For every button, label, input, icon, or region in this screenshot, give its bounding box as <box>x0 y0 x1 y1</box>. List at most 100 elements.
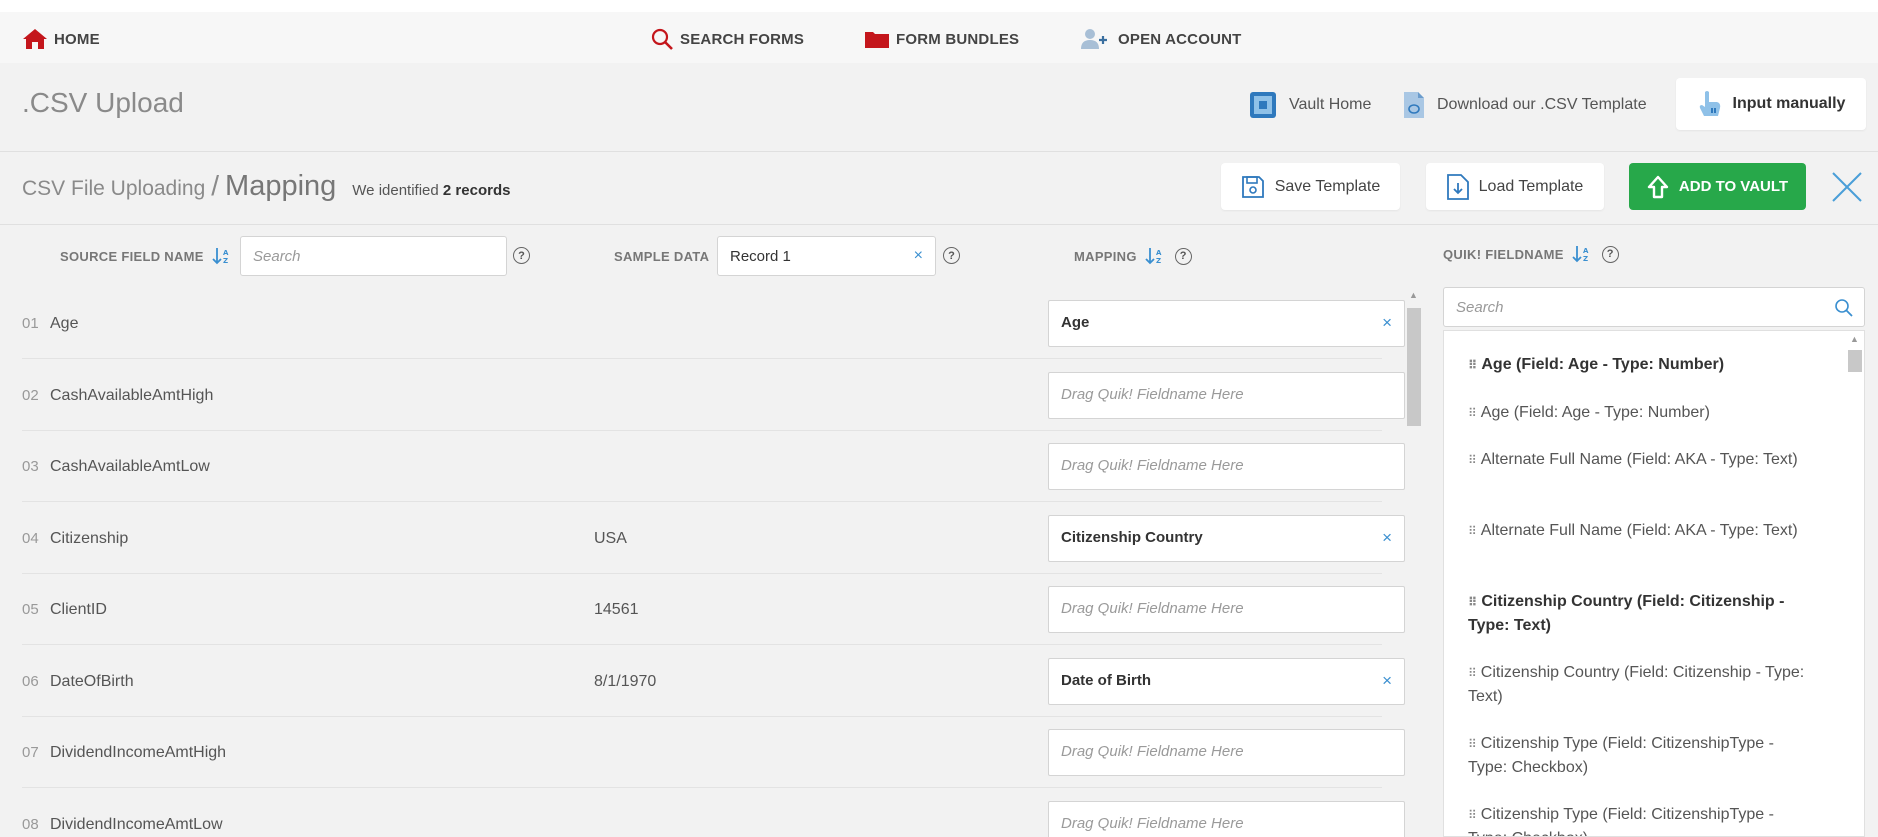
add-to-vault-button[interactable]: ADD TO VAULT <box>1629 163 1806 210</box>
vault-icon <box>1250 92 1276 118</box>
drag-handle-icon[interactable]: ⠿ <box>1468 524 1477 538</box>
quik-field-label: Citizenship Country (Field: Citizenship … <box>1468 664 1805 705</box>
quik-field-label: Age (Field: Age - Type: Number) <box>1481 356 1725 373</box>
nav-search-forms-label: SEARCH FORMS <box>680 30 805 48</box>
input-manually-label: Input manually <box>1732 95 1846 112</box>
breadcrumb: CSV File Uploading / Mapping We identifi… <box>22 170 510 203</box>
drag-handle-icon[interactable]: ⠿ <box>1468 595 1477 609</box>
table-row: 03 CashAvailableAmtLow Drag Quik! Fieldnam… <box>22 431 1405 502</box>
mapping-drop-target[interactable]: Age × <box>1048 300 1405 347</box>
mapping-header-label: MAPPING <box>1074 248 1137 264</box>
mapping-drop-target[interactable]: Date of Birth × <box>1048 657 1405 705</box>
close-icon[interactable] <box>1830 170 1864 204</box>
drag-handle-icon[interactable]: ⠿ <box>1468 666 1477 680</box>
svg-text:Z: Z <box>223 257 228 265</box>
remove-mapping-icon[interactable]: × <box>1382 528 1392 548</box>
sample-record-value: Record 1 <box>730 247 791 265</box>
row-index: 03 <box>22 458 39 475</box>
quik-field-list: ⠿ Age (Field: Age - Type: Number) ⠿ Age (Fi… <box>1443 330 1865 837</box>
add-to-vault-label: ADD TO VAULT <box>1678 178 1789 195</box>
quik-field-item[interactable]: ⠿ Citizenship Country (Field: Citizenship… <box>1468 590 1808 637</box>
load-document-icon <box>1446 173 1469 200</box>
nav-open-account[interactable]: OPEN ACCOUNT <box>1080 26 1242 52</box>
add-user-icon <box>1081 29 1107 49</box>
quik-field-item[interactable]: ⠿ Alternate Full Name (Field: AKA - Type:… <box>1468 448 1808 472</box>
input-manually-button[interactable]: Input manually <box>1676 78 1866 130</box>
mapped-fieldname: Citizenship Country <box>1061 528 1203 546</box>
mapping-drop-target[interactable]: Drag Quik! Fieldname Here <box>1048 729 1405 776</box>
row-index: 04 <box>22 529 39 547</box>
drag-handle-icon[interactable]: ⠿ <box>1468 358 1477 372</box>
quik-search-placeholder: Search <box>1456 299 1504 316</box>
quik-field-item[interactable]: ⠿ Age (Field: Age - Type: Number) <box>1468 401 1808 425</box>
sample-value: USA <box>594 529 627 547</box>
breadcrumb-current: Mapping <box>225 170 337 202</box>
source-search-input[interactable]: Search <box>240 236 507 276</box>
drag-handle-icon[interactable]: ⠿ <box>1468 453 1477 467</box>
mapping-drop-target[interactable]: Drag Quik! Fieldname Here <box>1048 443 1405 490</box>
sort-icon[interactable]: AZ <box>212 247 232 265</box>
quik-search-input[interactable]: Search <box>1443 287 1865 327</box>
page-title: .CSV Upload <box>22 87 184 118</box>
sort-icon[interactable]: AZ <box>1572 245 1592 263</box>
help-icon[interactable]: ? <box>943 247 960 264</box>
source-field-name: DividendIncomeAmtLow <box>50 815 223 833</box>
quik-fieldname-header-label: QUIK! FIELDNAME <box>1443 246 1564 262</box>
quik-field-item[interactable]: ⠿ Alternate Full Name (Field: AKA - Type:… <box>1468 519 1808 543</box>
mapping-header[interactable]: MAPPING AZ ? <box>1074 236 1192 276</box>
vault-home-link[interactable]: Vault Home <box>1249 91 1371 119</box>
search-icon <box>651 28 673 50</box>
sort-icon[interactable]: AZ <box>1145 247 1165 265</box>
help-icon[interactable]: ? <box>1174 247 1192 265</box>
svg-text:A: A <box>223 249 229 257</box>
quik-field-item[interactable]: ⠿ Citizenship Type (Field: CitizenshipTyp… <box>1468 803 1808 836</box>
drop-placeholder: Drag Quik! Fieldname Here <box>1061 385 1244 403</box>
load-template-button[interactable]: Load Template <box>1426 163 1604 210</box>
quik-field-item[interactable]: ⠿ Citizenship Type (Field: CitizenshipTyp… <box>1468 732 1808 779</box>
breadcrumb-separator: / <box>211 170 220 201</box>
scroll-up-arrow-icon[interactable]: ▲ <box>1850 334 1859 344</box>
row-index: 05 <box>22 601 39 618</box>
source-field-header-label: SOURCE FIELD NAME <box>60 248 204 264</box>
source-field-header[interactable]: SOURCE FIELD NAME AZ <box>60 236 232 276</box>
scroll-up-arrow-icon[interactable]: ▲ <box>1409 290 1418 300</box>
help-icon[interactable]: ? <box>1601 245 1619 263</box>
drag-handle-icon[interactable]: ⠿ <box>1468 406 1477 420</box>
nav-home[interactable]: HOME <box>22 26 100 52</box>
quik-field-label: Age (Field: Age - Type: Number) <box>1480 404 1710 421</box>
mapping-drop-target[interactable]: Drag Quik! Fieldname Here <box>1048 371 1405 419</box>
search-icon[interactable] <box>1834 298 1854 318</box>
mapped-fieldname: Age <box>1061 314 1090 331</box>
quik-fieldname-header[interactable]: QUIK! FIELDNAME AZ ? <box>1443 236 1619 272</box>
quik-list-scrollbar[interactable]: ▲ <box>1846 332 1862 837</box>
mapping-drop-target[interactable]: Drag Quik! Fieldname Here <box>1048 800 1405 837</box>
source-field-name: Age <box>50 315 79 332</box>
row-index: 06 <box>22 672 39 690</box>
scrollbar-thumb[interactable] <box>1848 350 1862 372</box>
drop-placeholder: Drag Quik! Fieldname Here <box>1061 814 1244 832</box>
save-template-label: Save Template <box>1274 177 1381 195</box>
mapping-drop-target[interactable]: Drag Quik! Fieldname Here <box>1048 586 1405 633</box>
download-template-link[interactable]: Download our .CSV Template <box>1403 91 1647 119</box>
breadcrumb-parent[interactable]: CSV File Uploading <box>22 177 205 201</box>
table-row: 04 Citizenship USA Citizenship Country × <box>22 503 1405 574</box>
remove-mapping-icon[interactable]: × <box>1382 671 1392 691</box>
sample-data-header: SAMPLE DATA <box>614 236 709 276</box>
drag-handle-icon[interactable]: ⠿ <box>1468 737 1477 751</box>
drag-handle-icon[interactable]: ⠿ <box>1468 808 1477 822</box>
clear-record-icon[interactable]: × <box>914 247 923 265</box>
mapping-drop-target[interactable]: Citizenship Country × <box>1048 514 1405 562</box>
download-template-label: Download our .CSV Template <box>1437 96 1647 113</box>
nav-search-forms[interactable]: SEARCH FORMS <box>650 26 804 52</box>
quik-field-label: Citizenship Type (Field: CitizenshipType… <box>1468 806 1774 836</box>
help-icon[interactable]: ? <box>513 247 530 264</box>
save-template-button[interactable]: Save Template <box>1221 163 1400 210</box>
source-field-name: Citizenship <box>50 529 129 547</box>
nav-form-bundles[interactable]: FORM BUNDLES <box>864 26 1019 52</box>
sample-record-select[interactable]: Record 1 × <box>717 236 936 276</box>
quik-field-item[interactable]: ⠿ Citizenship Country (Field: Citizenship… <box>1468 661 1808 708</box>
remove-mapping-icon[interactable]: × <box>1382 313 1392 333</box>
quik-field-item[interactable]: ⠿ Age (Field: Age - Type: Number) <box>1468 353 1808 377</box>
rows-scrollbar[interactable]: ▲ <box>1405 290 1421 837</box>
scrollbar-thumb[interactable] <box>1407 308 1421 426</box>
